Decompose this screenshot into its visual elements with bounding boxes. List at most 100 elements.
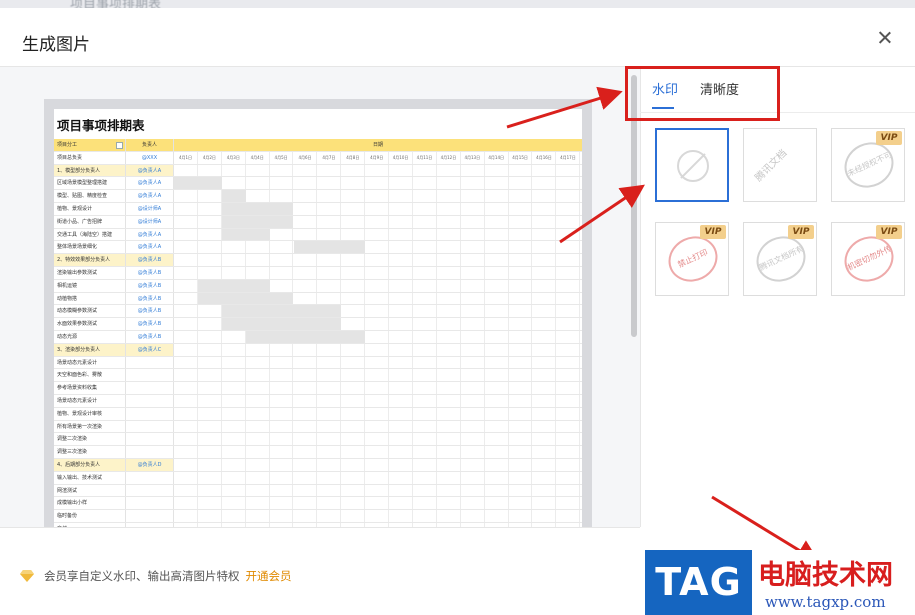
vip-badge: VIP	[788, 225, 814, 239]
table-row: 3、渲染部分负责人 @负责人C	[54, 343, 582, 357]
task-owner-cell	[126, 382, 174, 394]
watermark-option[interactable]: 腾讯文档	[743, 128, 817, 202]
table-row: 水面效果参数测试 @负责人B	[54, 318, 582, 331]
table-row: 参考场景资料收集	[54, 382, 582, 395]
date-label: 4月12日	[440, 154, 457, 160]
table-row: 成模输出小样	[54, 497, 582, 511]
gantt-bar	[221, 202, 294, 215]
task-owner-cell: @负责人B	[126, 292, 174, 305]
task-owner-cell	[126, 433, 174, 446]
watermark-option[interactable]: 禁止打印 VIP	[655, 222, 729, 296]
task-name-cell: 模型、贴图、精度检查	[54, 190, 126, 202]
task-name-cell: 调整二次渲染	[54, 433, 126, 446]
task-name-cell: 场景动态元素设计	[54, 356, 126, 369]
task-owner-cell: @负责人D	[126, 458, 174, 471]
gantt-bar	[197, 292, 294, 305]
gantt-bar	[245, 330, 366, 343]
date-label: 4月3日	[226, 154, 240, 160]
task-name-cell: 3、渲染部分负责人	[54, 343, 126, 356]
vip-badge: VIP	[876, 131, 902, 145]
task-name-cell: 参考场景资料收集	[54, 382, 126, 394]
logo-tag-text: TAG	[645, 550, 752, 615]
table-row: 模型、贴图、精度检查 @负责人A	[54, 190, 582, 203]
image-preview[interactable]: 项目事项排期表 项目分工 负责人 日期 项目总负责 @XXX 4月1日 4月2日 4月3…	[0, 67, 640, 527]
watermark-none-option[interactable]	[655, 128, 729, 202]
task-owner-cell: @负责人B	[126, 266, 174, 279]
task-owner-cell: @负责人C	[126, 343, 174, 356]
task-owner-cell: @负责人A	[126, 177, 174, 190]
table-row: 调整三次渲染	[54, 446, 582, 459]
task-owner-cell	[126, 420, 174, 433]
date-label: 4月7日	[322, 154, 336, 160]
date-label: 4月10日	[392, 154, 409, 160]
diamond-icon	[20, 570, 34, 582]
date-label: 4月14日	[488, 154, 504, 160]
task-name-cell: 项目总负责	[54, 151, 126, 164]
gantt-bar	[174, 177, 222, 190]
gantt-bar	[221, 318, 342, 330]
sheet-frame: 项目事项排期表 项目分工 负责人 日期 项目总负责 @XXX 4月1日 4月2日 4月3…	[44, 99, 592, 527]
task-name-cell: 交通工具（海陆空）搭建	[54, 228, 126, 241]
task-owner-cell	[126, 356, 174, 369]
header-name-cell: 项目分工	[54, 139, 126, 151]
filter-icon	[116, 142, 123, 149]
task-name-cell: 水面效果参数测试	[54, 318, 126, 330]
panel-divider	[640, 67, 641, 527]
task-owner-cell: @负责人B	[126, 279, 174, 292]
table-row: 交通工具（海陆空）搭建 @负责人A	[54, 228, 582, 242]
footer-divider	[0, 527, 640, 528]
task-owner-cell: @负责人B	[126, 318, 174, 330]
table-row: 网渲测试	[54, 484, 582, 498]
task-owner-cell	[126, 471, 174, 484]
date-label: 4月11日	[416, 154, 433, 160]
table-row: 调整二次渲染	[54, 433, 582, 447]
task-name-cell: 动植物搭	[54, 292, 126, 305]
date-label: 4月5日	[274, 154, 288, 160]
table-row: 渲染输出参数测试 @负责人B	[54, 266, 582, 280]
task-owner-cell	[126, 484, 174, 497]
task-name-cell: 临时备份	[54, 510, 126, 522]
date-label: 4月2日	[202, 154, 216, 160]
gantt-bar	[293, 241, 366, 254]
task-name-cell: 调整三次渲染	[54, 446, 126, 458]
gantt-bar	[221, 190, 246, 202]
table-row: 场景动态元素设计	[54, 394, 582, 408]
gantt-bar	[221, 228, 270, 241]
task-owner-cell: @负责人B	[126, 305, 174, 318]
date-label: 4月16日	[536, 154, 552, 160]
task-name-cell: 所有场景第一次渲染	[54, 420, 126, 433]
header-dates-cell: 日期	[372, 142, 383, 148]
task-owner-cell	[126, 510, 174, 522]
task-name-cell: 2、特效效果部分负责人	[54, 254, 126, 266]
table-row: 项目总负责 @XXX 4月1日 4月2日 4月3日 4月4日 4月5日 4月6日 4月7日 4月8…	[54, 151, 582, 165]
watermark-text: 腾讯文档	[753, 147, 790, 184]
close-icon[interactable]	[877, 30, 893, 46]
task-name-cell: 动态模糊参数测试	[54, 305, 126, 318]
task-owner-cell: @设计师A	[126, 215, 174, 228]
join-membership-link[interactable]: 开通会员	[246, 568, 292, 584]
table-row: 植物、景观设计 @设计师A	[54, 202, 582, 216]
table-row: 天空和面色彩、雾散	[54, 369, 582, 383]
task-name-cell: 场景动态元素设计	[54, 394, 126, 407]
table-row: 场景动态元素设计	[54, 356, 582, 370]
watermark-option[interactable]: 机密切勿外传 VIP	[831, 222, 905, 296]
grid-header-row: 项目分工 负责人 日期	[54, 139, 582, 152]
watermark-option[interactable]: 未经授权不可 VIP	[831, 128, 905, 202]
date-label: 4月15日	[512, 154, 528, 160]
table-row: 动态模糊参数测试 @负责人B	[54, 305, 582, 319]
vip-badge: VIP	[876, 225, 902, 239]
date-label: 4月9日	[370, 154, 384, 160]
task-owner-cell	[126, 407, 174, 420]
header-owner-cell: 负责人	[126, 139, 174, 151]
table-row: 所有场景第一次渲染	[54, 420, 582, 434]
task-name-cell: 相机运镜	[54, 279, 126, 292]
task-owner-cell	[126, 394, 174, 407]
watermark-option[interactable]: 腾讯文档所有 VIP	[743, 222, 817, 296]
table-row: 动植物搭 @负责人B	[54, 292, 582, 306]
gantt-bar	[197, 279, 270, 292]
logo-url: www.tagxp.com	[765, 593, 886, 611]
task-owner-cell: @XXX	[126, 151, 174, 164]
site-watermark-logo: TAG 电脑技术网 www.tagxp.com	[645, 550, 915, 615]
date-label: 4月8日	[346, 154, 360, 160]
table-row: 2、特效效果部分负责人 @负责人B	[54, 254, 582, 267]
